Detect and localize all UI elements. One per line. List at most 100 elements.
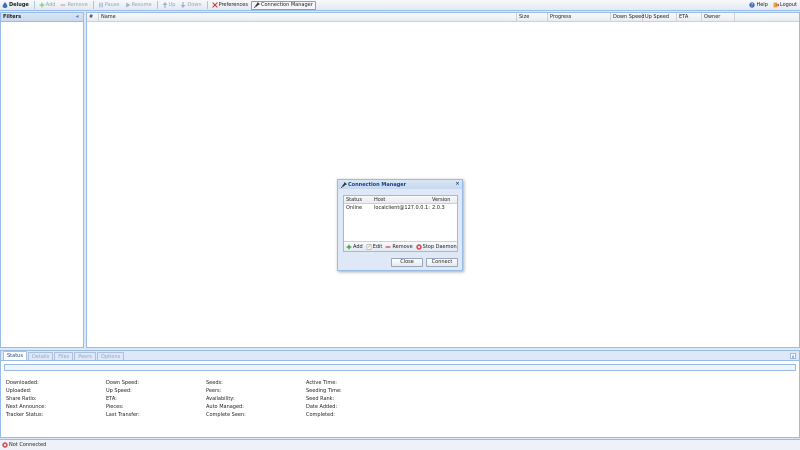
column-header-eta[interactable]: ETA: [677, 13, 702, 22]
help-icon: ?: [749, 2, 756, 8]
plug-icon: [253, 2, 260, 8]
close-button[interactable]: Close: [391, 258, 423, 267]
remove-host-button[interactable]: Remove: [385, 243, 413, 250]
filters-panel: Filters «: [0, 12, 84, 348]
column-header-owner[interactable]: Owner: [702, 13, 735, 22]
dialog-title-bar: Connection Manager ×: [338, 180, 462, 189]
remove-icon: [60, 2, 66, 8]
preferences-button[interactable]: Preferences: [210, 1, 250, 10]
connection-manager-dialog: Connection Manager × Status Host Version…: [337, 179, 463, 271]
auto-managed-label: Auto Managed:: [206, 404, 244, 410]
pause-icon: [98, 2, 104, 8]
remove-torrent-button[interactable]: Remove: [58, 1, 89, 10]
add-host-label: Add: [353, 243, 363, 250]
column-header-down-speed[interactable]: Down Speed: [611, 13, 644, 22]
pause-button[interactable]: Pause: [96, 1, 122, 10]
tab-options[interactable]: Options: [96, 352, 125, 360]
hosts-toolbar: Add Edit Remove Stop Daemon: [344, 241, 457, 251]
add-torrent-button[interactable]: Add: [37, 1, 58, 10]
edit-host-button[interactable]: Edit: [366, 243, 383, 250]
last-transfer-label: Last Transfer:: [106, 412, 140, 418]
next-announce-label: Next Announce:: [6, 404, 46, 410]
tab-files[interactable]: Files: [54, 352, 74, 360]
help-button[interactable]: ? Help: [747, 1, 769, 10]
toolbar-divider: [156, 1, 158, 9]
column-header-number[interactable]: #: [87, 13, 99, 22]
add-host-button[interactable]: Add: [346, 244, 363, 250]
deluge-logo: Deluge: [0, 1, 31, 10]
svg-text:?: ?: [751, 3, 753, 8]
tab-status[interactable]: Status: [3, 351, 27, 360]
preferences-label: Preferences: [218, 2, 248, 8]
arrow-up-icon: [162, 2, 168, 8]
column-header-progress[interactable]: Progress: [548, 13, 611, 22]
add-label: Add: [45, 2, 56, 8]
logout-label: Logout: [779, 2, 797, 8]
column-header-size[interactable]: Size: [517, 13, 548, 22]
connection-manager-label: Connection Manager: [260, 2, 313, 8]
toolbar-divider: [33, 1, 35, 9]
peers-label: Peers:: [206, 388, 222, 394]
down-label: Down: [187, 2, 202, 8]
column-header-status[interactable]: Status: [344, 196, 372, 204]
preferences-icon: [211, 2, 218, 8]
torrent-grid-header: # Name Size Progress Down Speed Up Speed…: [87, 13, 799, 22]
queue-up-button[interactable]: Up: [160, 1, 178, 10]
resume-button[interactable]: Resume: [123, 1, 154, 10]
status-bar: Not Connected: [0, 439, 800, 450]
filters-header: Filters «: [1, 13, 83, 22]
queue-down-button[interactable]: Down: [178, 1, 203, 10]
column-header-up-speed[interactable]: Up Speed: [643, 13, 677, 22]
tab-details[interactable]: Details: [27, 352, 54, 360]
details-tabs: Status Details Files Peers Options x: [1, 351, 799, 361]
remove-icon: [385, 244, 391, 250]
host-row[interactable]: Online localclient@127.0.0.1:1109 2.0.3: [344, 204, 457, 212]
toolbar-right: ? Help Logout: [747, 1, 800, 10]
up-speed-label: Up Speed:: [106, 388, 132, 394]
hosts-list: Status Host Version Online localclient@1…: [343, 195, 458, 252]
logout-icon: [773, 2, 779, 8]
app-name: Deluge: [9, 2, 29, 8]
column-header-host[interactable]: Host: [372, 196, 430, 204]
stop-daemon-button[interactable]: Stop Daemon: [415, 243, 457, 250]
complete-seen-label: Complete Seen:: [206, 412, 246, 418]
hosts-list-header: Status Host Version: [344, 196, 457, 204]
active-time-label: Active Time:: [306, 380, 337, 386]
details-panel: Status Details Files Peers Options x Dow…: [0, 350, 800, 438]
edit-icon: [366, 243, 372, 250]
edit-host-label: Edit: [372, 243, 383, 250]
up-label: Up: [168, 2, 176, 8]
filters-title: Filters: [3, 14, 22, 20]
column-header-version[interactable]: Version: [430, 196, 458, 204]
deluge-drop-icon: [2, 2, 8, 8]
host-status: Online: [346, 205, 363, 211]
share-ratio-label: Share Ratio:: [6, 396, 37, 402]
tab-peers[interactable]: Peers: [74, 352, 96, 360]
close-icon[interactable]: x: [790, 353, 796, 359]
eta-label: ETA:: [106, 396, 117, 402]
uploaded-label: Uploaded:: [6, 388, 32, 394]
stop-icon: [415, 243, 422, 250]
availability-label: Availability:: [206, 396, 235, 402]
toolbar-divider: [206, 1, 208, 9]
status-info-grid: Downloaded: Down Speed: Seeds: Active Ti…: [1, 374, 799, 434]
add-icon: [346, 244, 352, 250]
arrow-down-icon: [180, 2, 186, 8]
tracker-status-label: Tracker Status:: [6, 412, 44, 418]
down-speed-label: Down Speed:: [106, 380, 140, 386]
add-icon: [39, 2, 45, 8]
dialog-title: Connection Manager: [348, 181, 407, 188]
column-header-name[interactable]: Name: [99, 13, 517, 22]
logout-button[interactable]: Logout: [771, 1, 799, 10]
seeding-time-label: Seeding Time:: [306, 388, 342, 394]
remove-host-label: Remove: [392, 243, 413, 250]
host-version: 2.0.3: [432, 205, 445, 211]
torrent-progress-bar: [4, 364, 796, 371]
host-address: localclient@127.0.0.1:1109: [374, 205, 430, 211]
dialog-close-icon[interactable]: ×: [455, 182, 460, 187]
resume-icon: [125, 2, 131, 8]
connection-status-text: Not Connected: [9, 442, 47, 448]
connection-manager-button[interactable]: Connection Manager: [250, 0, 316, 10]
collapse-icon[interactable]: «: [74, 14, 81, 20]
connect-button[interactable]: Connect: [426, 258, 458, 267]
